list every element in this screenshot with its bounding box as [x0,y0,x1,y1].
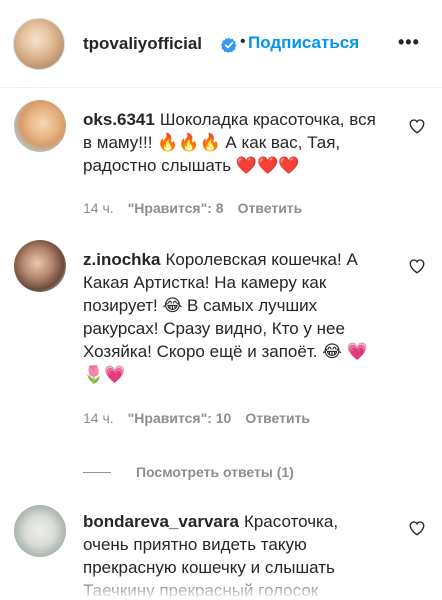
heart-outline-icon[interactable] [408,117,426,135]
commenter-avatar[interactable] [14,100,66,152]
view-replies-label[interactable]: Посмотреть ответы (1) [136,464,294,480]
verified-badge-icon [221,37,237,53]
commenter-avatar[interactable] [14,505,66,557]
scroll-fade [0,572,442,600]
comment-body: z.inochka Королевская кошечка! А Какая Ар… [83,248,383,386]
comment-body: oks.6341 Шоколадка красоточка, вся в маму… [83,108,383,177]
comment-time: 14 ч. [83,200,114,216]
follow-button[interactable]: Подписаться [248,33,359,53]
comment-username[interactable]: oks.6341 [83,110,155,129]
comment-likes[interactable]: "Нравится": 10 [128,410,232,426]
comment-meta: 14 ч. "Нравится": 10 Ответить [83,410,324,426]
heart-outline-icon[interactable] [408,257,426,275]
comment-username[interactable]: z.inochka [83,250,160,269]
heart-outline-icon[interactable] [408,519,426,537]
comment-likes[interactable]: "Нравится": 8 [128,200,224,216]
header-separator: • [240,33,246,50]
reply-button[interactable]: Ответить [245,410,310,426]
author-username[interactable]: tpovaliyofficial [83,34,202,54]
comment-meta: 14 ч. "Нравится": 8 Ответить [83,200,316,216]
reply-button[interactable]: Ответить [238,200,303,216]
post-header: tpovaliyofficial • Подписаться ••• [0,0,442,88]
commenter-avatar[interactable] [14,240,66,292]
author-avatar[interactable] [13,18,65,70]
thread-line [83,472,111,473]
comment-text: Королевская кошечка! А Какая Артистка! Н… [83,250,368,384]
comment-username[interactable]: bondareva_varvara [83,512,239,531]
more-options-icon[interactable]: ••• [398,32,420,53]
comment-time: 14 ч. [83,410,114,426]
